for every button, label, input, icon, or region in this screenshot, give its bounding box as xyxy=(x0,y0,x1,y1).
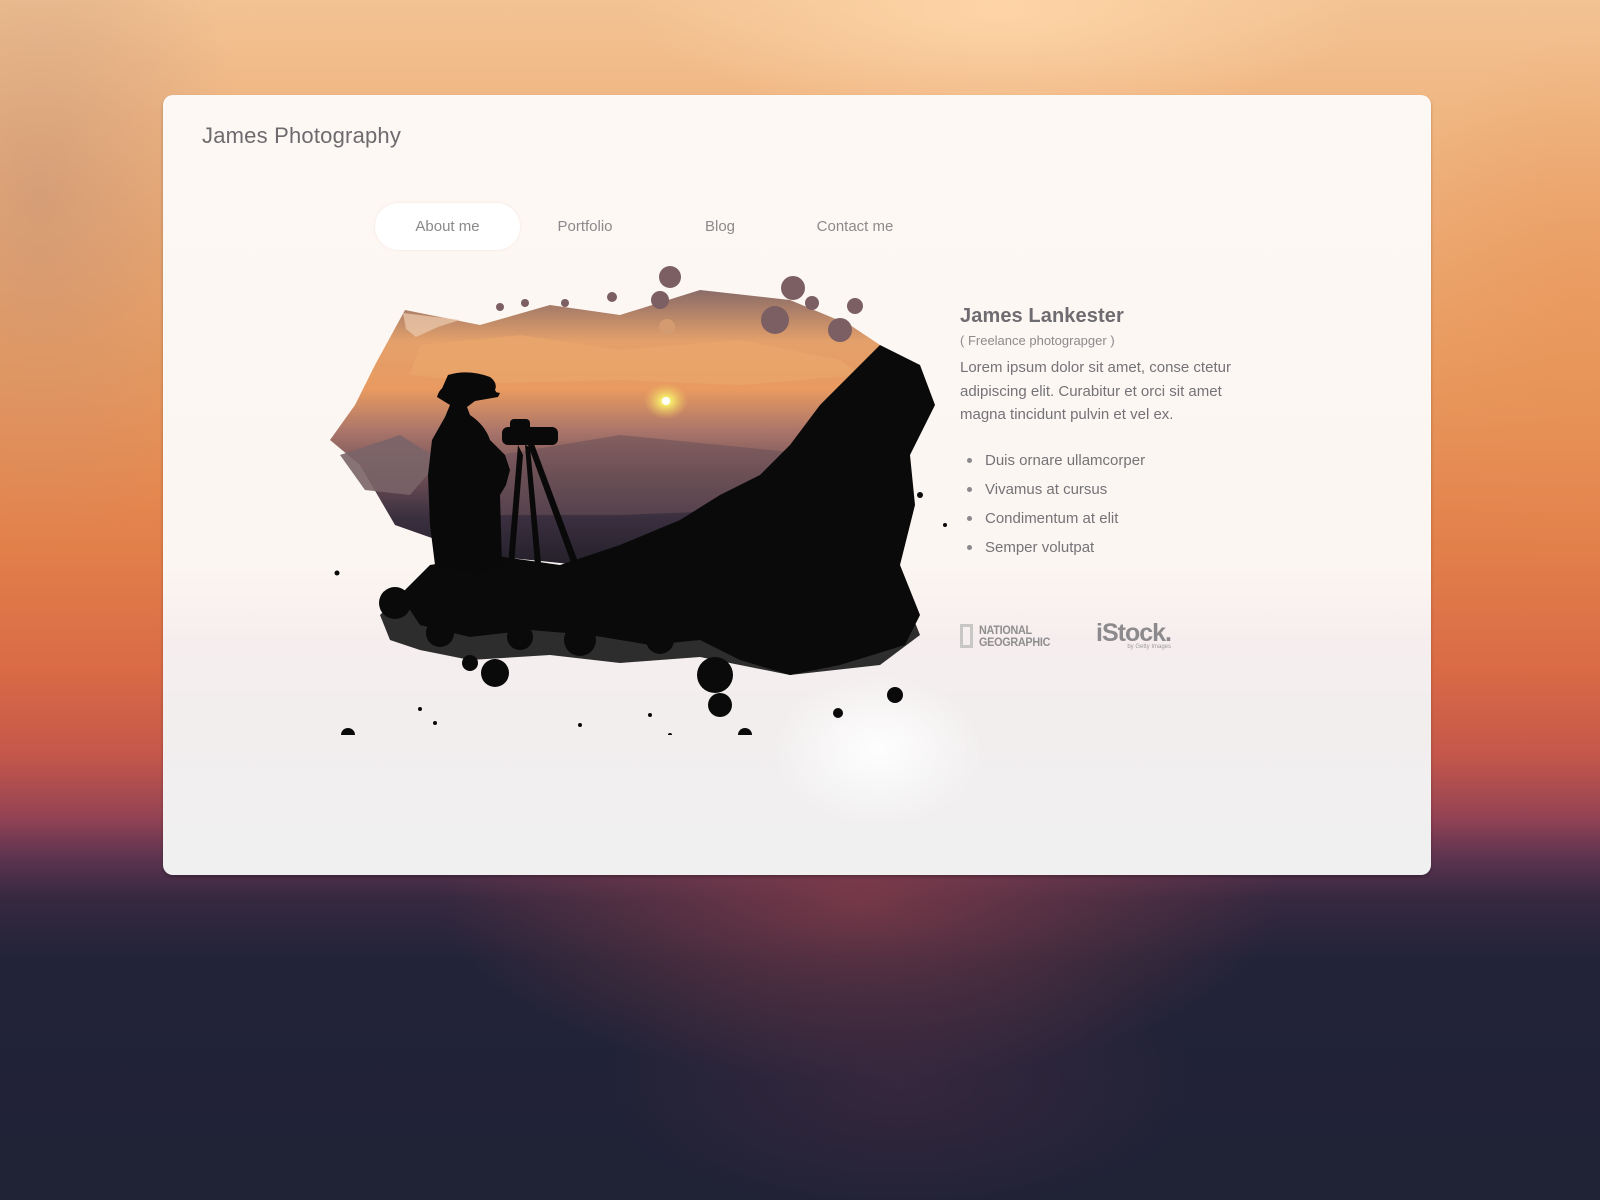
nav-blog[interactable]: Blog xyxy=(650,203,790,250)
profile-name: James Lankester xyxy=(960,305,1124,327)
profile-panel: James Lankester ( Freelance photograpger… xyxy=(960,305,1240,562)
bullet-icon xyxy=(967,515,972,521)
bullet-icon xyxy=(967,457,972,463)
nav-portfolio[interactable]: Portfolio xyxy=(520,203,650,250)
list-item: Duis ornare ullamcorper xyxy=(967,446,1240,475)
profile-role: ( Freelance photograpger ) xyxy=(960,333,1115,348)
national-geographic-logo: NATIONAL GEOGRAPHIC xyxy=(960,623,1058,648)
natgeo-frame-icon xyxy=(960,623,973,648)
nav-about-me[interactable]: About me xyxy=(375,203,520,250)
bullet-icon xyxy=(967,486,972,492)
istock-logo: iStock. by Getty Images xyxy=(1096,619,1172,651)
list-item: Vivamus at cursus xyxy=(967,475,1240,504)
list-item: Condimentum at elit xyxy=(967,504,1240,533)
profile-bullets: Duis ornare ullamcorper Vivamus at cursu… xyxy=(967,446,1240,562)
main-nav: About me Portfolio Blog Contact me xyxy=(375,203,920,250)
bullet-icon xyxy=(967,544,972,550)
list-item: Semper volutpat xyxy=(967,533,1240,562)
profile-bio: Lorem ipsum dolor sit amet, conse ctetur… xyxy=(960,359,1231,423)
client-logos: NATIONAL GEOGRAPHIC iStock. by Getty Ima… xyxy=(960,619,1172,651)
hero-illustration xyxy=(330,266,947,735)
nav-contact-me[interactable]: Contact me xyxy=(790,203,920,250)
site-title[interactable]: James Photography xyxy=(202,123,401,149)
main-card: James Photography About me Portfolio Blo… xyxy=(163,95,1431,875)
